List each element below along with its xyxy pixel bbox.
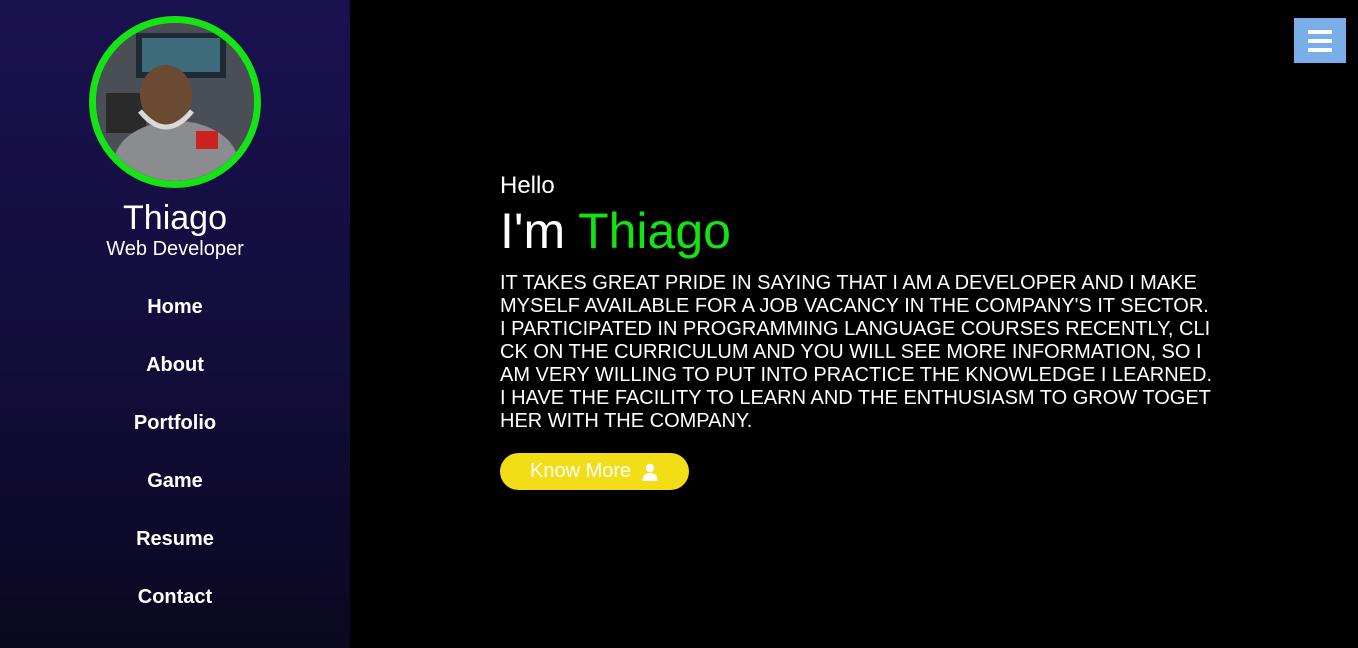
hero-greeting: Hello — [500, 172, 555, 199]
nav-item-game[interactable]: Game — [0, 464, 350, 522]
nav-item-home[interactable]: Home — [0, 290, 350, 348]
hero-headline-prefix: I'm — [500, 203, 579, 259]
know-more-label: Know More — [530, 460, 632, 482]
sidebar-nav: Home About Portfolio Game Resume Contact — [0, 290, 350, 638]
sidebar: Thiago Web Developer Home About Portfoli… — [0, 0, 350, 648]
hamburger-menu-icon-bar — [1308, 47, 1332, 52]
know-more-button[interactable]: Know More — [500, 453, 690, 490]
nav-item-resume[interactable]: Resume — [0, 522, 350, 580]
hamburger-menu-icon — [1308, 29, 1332, 34]
hamburger-menu-icon-bar — [1308, 38, 1332, 43]
avatar-ring — [89, 16, 261, 188]
nav-item-contact[interactable]: Contact — [0, 580, 350, 638]
hero-headline-name: Thiago — [578, 203, 731, 259]
profile-name: Thiago — [123, 199, 227, 237]
nav-item-about[interactable]: About — [0, 348, 350, 406]
nav-item-portfolio[interactable]: Portfolio — [0, 406, 350, 464]
profile-role: Web Developer — [106, 238, 244, 260]
menu-toggle-button[interactable] — [1294, 18, 1346, 63]
hero-bio: It takes great pride in saying that I am… — [500, 272, 1213, 432]
user-icon — [641, 463, 659, 481]
hero-headline: I'm Thiago — [500, 202, 1220, 260]
hero-section: Hello I'm Thiago It takes great pride in… — [500, 172, 1220, 490]
avatar — [96, 23, 254, 181]
